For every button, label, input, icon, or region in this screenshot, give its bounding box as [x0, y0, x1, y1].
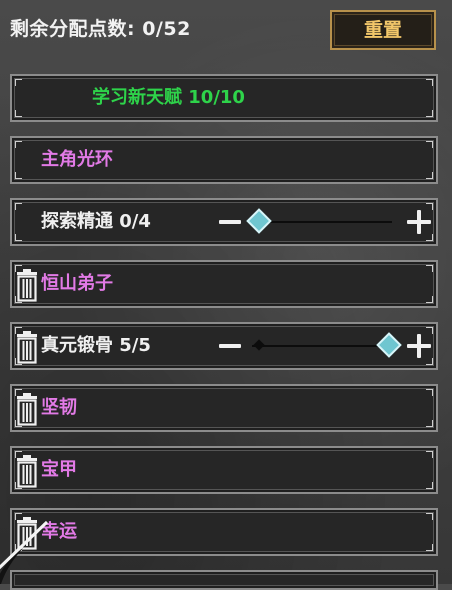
talent-name: 主角光环 [41, 149, 113, 170]
level-slider-track[interactable] [252, 345, 392, 347]
trash-icon[interactable] [14, 454, 40, 488]
talent-name: 坚韧 [41, 397, 77, 418]
talent-name: 宝甲 [41, 459, 77, 480]
trash-icon[interactable] [14, 392, 40, 426]
decrease-button[interactable] [215, 200, 245, 244]
trash-icon[interactable] [14, 516, 40, 550]
diamond-icon[interactable] [246, 208, 272, 234]
talent-name: 恒山弟子 [41, 273, 113, 294]
decrease-button[interactable] [215, 324, 245, 368]
talent-name: 幸运 [41, 521, 77, 542]
increase-button[interactable] [404, 200, 434, 244]
trash-icon[interactable] [14, 268, 40, 302]
talent-row[interactable]: 真元锻骨 5/5 [10, 322, 438, 370]
slider-start-marker [253, 339, 265, 351]
level-slider-track[interactable] [252, 221, 392, 223]
talent-name: 探索精通 0/4 [41, 211, 151, 232]
talent-row[interactable] [10, 570, 438, 590]
talent-name: 真元锻骨 5/5 [41, 335, 151, 356]
talent-row[interactable]: 主角光环 [10, 136, 438, 184]
talent-row[interactable]: 恒山弟子 [10, 260, 438, 308]
talent-row[interactable]: 幸运 [10, 508, 438, 556]
increase-button[interactable] [404, 324, 434, 368]
talent-row[interactable]: 学习新天赋 10/10 [10, 74, 438, 122]
reset-button[interactable]: 重置 [330, 10, 436, 50]
talent-row[interactable]: 坚韧 [10, 384, 438, 432]
talent-name: 学习新天赋 10/10 [92, 87, 245, 108]
talent-row[interactable]: 宝甲 [10, 446, 438, 494]
diamond-icon[interactable] [376, 332, 402, 358]
remaining-points-label: 剩余分配点数: 0/52 [10, 18, 191, 40]
trash-icon[interactable] [14, 330, 40, 364]
talent-row[interactable]: 探索精通 0/4 [10, 198, 438, 246]
